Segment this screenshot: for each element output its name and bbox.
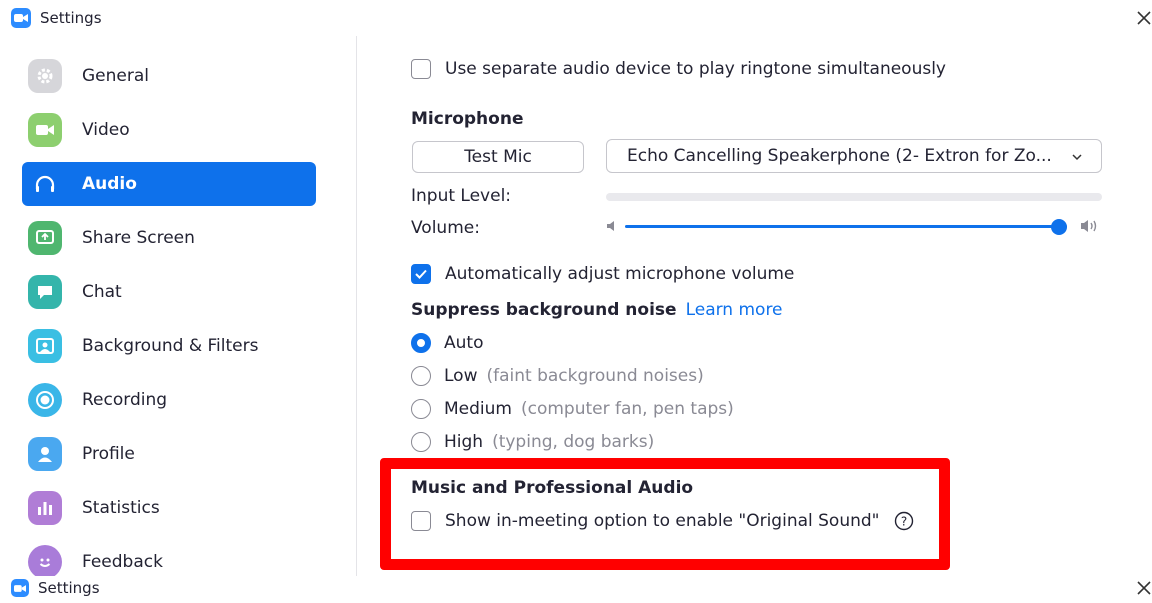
recording-icon <box>28 383 62 417</box>
noise-option-label: Low <box>444 366 478 386</box>
learn-more-link[interactable]: Learn more <box>686 300 783 320</box>
statistics-icon <box>28 491 62 525</box>
auto-adjust-checkbox[interactable] <box>411 264 431 284</box>
background-icon <box>28 329 62 363</box>
microphone-device-value: Echo Cancelling Speakerphone (2- Extron … <box>627 146 1052 166</box>
noise-low-radio[interactable] <box>411 366 431 386</box>
sidebar-item-share-screen[interactable]: Share Screen <box>22 216 316 260</box>
highlight-box <box>380 458 950 570</box>
sidebar-item-label: General <box>82 66 149 86</box>
volume-high-icon <box>1079 217 1101 239</box>
sidebar-item-video[interactable]: Video <box>22 108 316 152</box>
noise-high-radio[interactable] <box>411 432 431 452</box>
sidebar-item-recording[interactable]: Recording <box>22 378 316 422</box>
headphones-icon <box>28 167 62 201</box>
share-screen-icon <box>28 221 62 255</box>
sidebar-item-label: Chat <box>82 282 122 302</box>
microphone-section-title: Microphone <box>411 109 524 129</box>
sidebar-item-statistics[interactable]: Statistics <box>22 486 316 530</box>
gear-icon <box>28 59 62 93</box>
noise-option-auto[interactable]: Auto <box>411 333 483 353</box>
sidebar-item-label: Video <box>82 120 130 140</box>
suppress-noise-heading: Suppress background noise Learn more <box>411 300 783 320</box>
noise-auto-radio[interactable] <box>411 333 431 353</box>
input-level-label: Input Level: <box>411 186 512 206</box>
close-icon[interactable] <box>1134 8 1152 28</box>
sidebar-item-audio[interactable]: Audio <box>22 162 316 206</box>
auto-adjust-option[interactable]: Automatically adjust microphone volume <box>411 264 794 284</box>
volume-low-icon <box>605 218 619 238</box>
input-level-meter <box>606 193 1102 201</box>
noise-option-medium[interactable]: Medium (computer fan, pen taps) <box>411 399 734 419</box>
checkmark-icon <box>415 269 427 279</box>
sidebar-item-label: Audio <box>82 174 137 194</box>
feedback-icon <box>28 545 62 576</box>
suppress-noise-title: Suppress background noise <box>411 300 677 320</box>
noise-option-hint: (computer fan, pen taps) <box>520 399 734 419</box>
profile-icon <box>28 437 62 471</box>
noise-option-label: Auto <box>444 333 484 353</box>
zoom-app-icon <box>11 579 29 597</box>
microphone-device-select[interactable]: Echo Cancelling Speakerphone (2- Extron … <box>606 139 1102 173</box>
title-bar: Settings <box>0 0 1152 36</box>
sidebar-item-general[interactable]: General <box>22 54 316 98</box>
ringtone-option[interactable]: Use separate audio device to play ringto… <box>411 59 946 79</box>
test-mic-button[interactable]: Test Mic <box>412 141 584 173</box>
noise-medium-radio[interactable] <box>411 399 431 419</box>
zoom-app-icon <box>11 8 31 28</box>
noise-option-low[interactable]: Low (faint background noises) <box>411 366 704 386</box>
ringtone-checkbox[interactable] <box>411 59 431 79</box>
noise-option-hint: (faint background noises) <box>486 366 704 386</box>
sidebar-item-label: Statistics <box>82 498 160 518</box>
bottom-title-bar: Settings <box>0 576 1152 600</box>
sidebar-item-label: Profile <box>82 444 135 464</box>
close-icon[interactable] <box>1134 578 1152 598</box>
sidebar-item-profile[interactable]: Profile <box>22 432 316 476</box>
sidebar-item-label: Feedback <box>82 552 163 572</box>
volume-label: Volume: <box>411 218 480 238</box>
noise-option-label: High <box>444 432 484 452</box>
noise-option-label: Medium <box>444 399 512 419</box>
window-title: Settings <box>40 9 102 27</box>
volume-slider[interactable] <box>625 219 1067 235</box>
sidebar-item-label: Background & Filters <box>82 336 259 356</box>
ringtone-label: Use separate audio device to play ringto… <box>445 59 946 79</box>
volume-slider-handle[interactable] <box>1051 219 1067 235</box>
chat-bubble-icon <box>28 275 62 309</box>
sidebar-item-feedback[interactable]: Feedback <box>22 540 316 576</box>
noise-option-hint: (typing, dog barks) <box>492 432 655 452</box>
sidebar-item-label: Recording <box>82 390 168 410</box>
noise-option-high[interactable]: High (typing, dog barks) <box>411 432 654 452</box>
auto-adjust-label: Automatically adjust microphone volume <box>445 264 795 284</box>
window-title: Settings <box>38 579 100 597</box>
sidebar-item-label: Share Screen <box>82 228 195 248</box>
chevron-down-icon <box>1071 146 1083 166</box>
settings-sidebar: General Video Audio Share Screen Chat Ba… <box>0 36 357 576</box>
sidebar-item-background-filters[interactable]: Background & Filters <box>22 324 316 368</box>
video-camera-icon <box>28 113 62 147</box>
sidebar-item-chat[interactable]: Chat <box>22 270 316 314</box>
